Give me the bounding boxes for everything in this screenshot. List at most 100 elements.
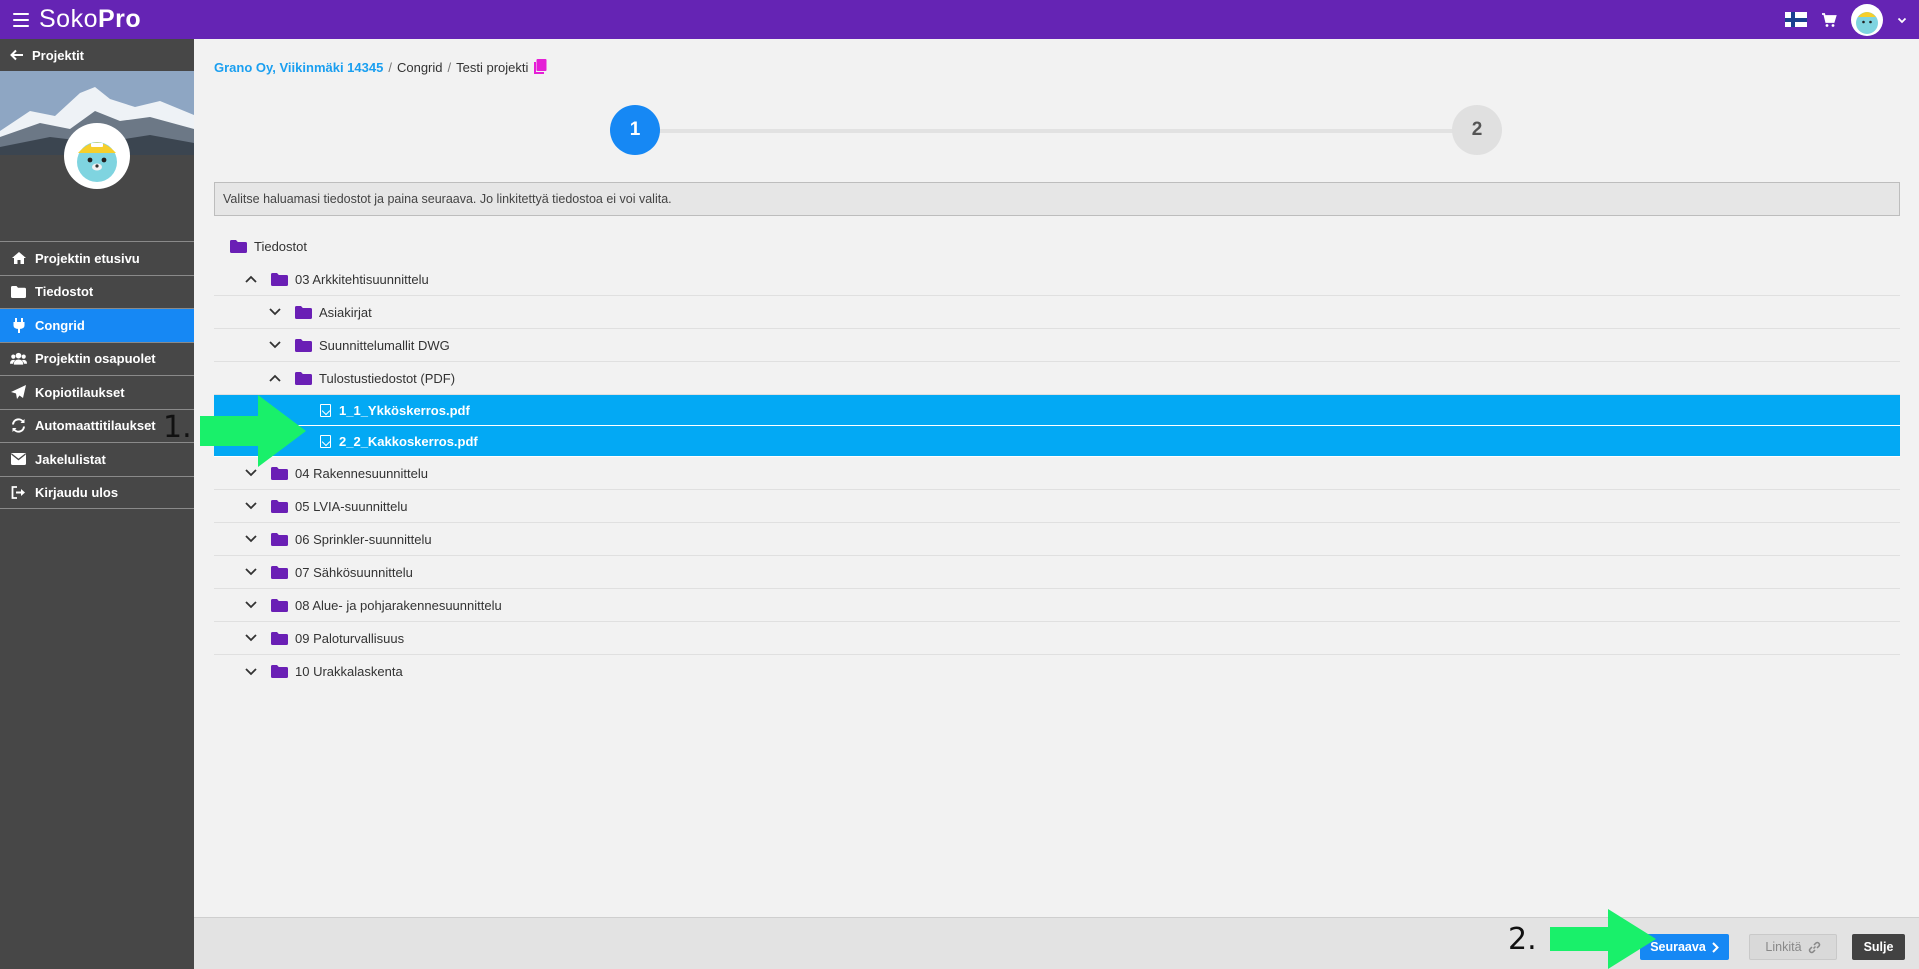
folder-icon (271, 631, 288, 645)
finland-flag-icon[interactable] (1785, 12, 1807, 27)
chevron-down-icon[interactable] (243, 564, 259, 580)
back-link-label: Projektit (32, 47, 85, 63)
tree-folder-10[interactable]: 10 Urakkalaskenta (214, 655, 1900, 688)
chevron-down-icon[interactable] (243, 531, 259, 547)
sidebar-item-label: Jakelulistat (35, 451, 106, 467)
tree-folder-tulostustiedostot[interactable]: Tulostustiedostot (PDF) (214, 362, 1900, 395)
sidebar-item-jakelulistat[interactable]: Jakelulistat (0, 442, 194, 476)
close-button-label: Sulje (1863, 940, 1894, 954)
tree-folder-07[interactable]: 07 Sähkösuunnittelu (214, 556, 1900, 589)
tree-file-label: 2_2_Kakkoskerros.pdf (339, 433, 478, 449)
tree-folder-label: 06 Sprinkler-suunnittelu (295, 531, 432, 547)
envelope-icon (11, 453, 26, 466)
sidebar-item-congrid[interactable]: Congrid (0, 308, 194, 342)
breadcrumb-link[interactable]: Grano Oy, Viikinmäki 14345 (214, 60, 383, 75)
pdf-file-icon (320, 403, 331, 417)
sidebar-item-projektin-etusivu[interactable]: Projektin etusivu (0, 241, 194, 275)
breadcrumb: Grano Oy, Viikinmäki 14345 / Congrid / T… (214, 59, 547, 75)
folder-icon (271, 565, 288, 579)
chevron-down-icon[interactable] (267, 337, 283, 353)
logo-text-light: Soko (39, 5, 98, 33)
folder-icon (11, 285, 26, 298)
chevron-up-icon[interactable] (243, 271, 259, 287)
tree-root[interactable]: Tiedostot (214, 229, 1900, 263)
file-tree: Tiedostot 03 Arkkitehtisuunnittelu Asiak… (214, 229, 1900, 688)
project-mascot-avatar (64, 123, 130, 189)
sidebar-item-label: Congrid (35, 317, 85, 333)
annotation-label-2: 2. (1508, 922, 1537, 957)
tree-folder-suunnittelumallit-dwg[interactable]: Suunnittelumallit DWG (214, 329, 1900, 362)
app-logo[interactable]: Soko Pro (39, 5, 141, 34)
folder-icon (230, 239, 247, 253)
arrow-left-icon (10, 49, 23, 61)
chevron-down-icon[interactable] (1897, 15, 1907, 25)
folder-icon (271, 665, 288, 678)
folder-icon (271, 598, 288, 612)
close-button[interactable]: Sulje (1852, 934, 1905, 960)
stepper: 1 2 (610, 105, 1502, 155)
copy-icon[interactable] (533, 59, 547, 75)
sidebar-item-label: Projektin osapuolet (35, 351, 156, 367)
user-avatar[interactable] (1851, 3, 1883, 36)
chevron-down-icon[interactable] (243, 465, 259, 481)
tree-folder-label: 05 LVIA-suunnittelu (295, 498, 408, 514)
sidebar-item-kirjaudu-ulos[interactable]: Kirjaudu ulos (0, 475, 194, 509)
folder-icon (271, 466, 288, 480)
tree-folder-04[interactable]: 04 Rakennesuunnittelu (214, 457, 1900, 490)
tree-folder-label: Suunnittelumallit DWG (319, 337, 450, 353)
chevron-down-icon[interactable] (267, 304, 283, 320)
folder-icon (295, 371, 312, 385)
annotation-arrow-2-icon (1550, 909, 1656, 969)
sidebar-item-label: Kopiotilaukset (35, 384, 125, 400)
tree-folder-05[interactable]: 05 LVIA-suunnittelu (214, 490, 1900, 523)
tree-folder-label: 08 Alue- ja pohjarakennesuunnittelu (295, 597, 502, 613)
sign-out-icon (11, 485, 25, 499)
annotation-label-1: 1. (163, 410, 192, 445)
chevron-down-icon[interactable] (243, 498, 259, 514)
tree-file-row-selected[interactable]: 2_2_Kakkoskerros.pdf (214, 426, 1900, 457)
menu-icon[interactable] (13, 12, 29, 27)
project-banner-image (0, 71, 194, 189)
link-button-label: Linkitä (1765, 940, 1802, 954)
tree-file-row-selected[interactable]: 1_1_Ykköskerros.pdf (214, 395, 1900, 426)
back-to-projects-link[interactable]: Projektit (0, 39, 194, 71)
top-bar: Soko Pro (0, 0, 1919, 39)
breadcrumb-congrid: Congrid (396, 59, 443, 75)
sidebar-item-label: Tiedostot (35, 284, 94, 300)
sidebar-item-label: Projektin etusivu (35, 250, 140, 266)
tree-folder-08[interactable]: 08 Alue- ja pohjarakennesuunnittelu (214, 589, 1900, 622)
cart-icon[interactable] (1821, 12, 1837, 28)
link-button-disabled[interactable]: Linkitä (1749, 934, 1837, 960)
tree-folder-label: 04 Rakennesuunnittelu (295, 465, 428, 481)
paper-plane-icon (11, 384, 26, 399)
folder-icon (271, 532, 288, 546)
home-icon (11, 252, 26, 265)
link-icon (1808, 941, 1820, 953)
sidebar-item-tiedostot[interactable]: Tiedostot (0, 274, 194, 309)
chevron-up-icon[interactable] (267, 370, 283, 386)
tree-folder-label: 07 Sähkösuunnittelu (295, 564, 413, 580)
folder-icon (271, 272, 288, 286)
tree-folder-asiakirjat[interactable]: Asiakirjat (214, 296, 1900, 329)
tree-file-label: 1_1_Ykköskerros.pdf (339, 402, 470, 418)
tree-root-label: Tiedostot (254, 238, 307, 254)
tree-folder-09[interactable]: 09 Paloturvallisuus (214, 622, 1900, 655)
sidebar-item-kopiotilaukset[interactable]: Kopiotilaukset (0, 375, 194, 409)
tree-folder-label: Asiakirjat (319, 304, 372, 320)
pdf-file-icon (320, 434, 331, 448)
chevron-right-icon (1712, 941, 1719, 953)
breadcrumb-project: Testi projekti (456, 59, 529, 75)
stepper-line (658, 129, 1454, 133)
step-2: 2 (1452, 105, 1502, 155)
folder-icon (271, 499, 288, 513)
sync-icon (12, 418, 25, 433)
breadcrumb-separator: / (447, 59, 452, 75)
tree-folder-06[interactable]: 06 Sprinkler-suunnittelu (214, 523, 1900, 556)
folder-icon (295, 305, 312, 319)
chevron-down-icon[interactable] (243, 630, 259, 646)
mascot-avatar-icon (1856, 11, 1878, 34)
tree-folder-03[interactable]: 03 Arkkitehtisuunnittelu (214, 263, 1900, 296)
sidebar-item-projektin-osapuolet[interactable]: Projektin osapuolet (0, 341, 194, 376)
chevron-down-icon[interactable] (243, 597, 259, 613)
chevron-down-icon[interactable] (243, 664, 259, 680)
